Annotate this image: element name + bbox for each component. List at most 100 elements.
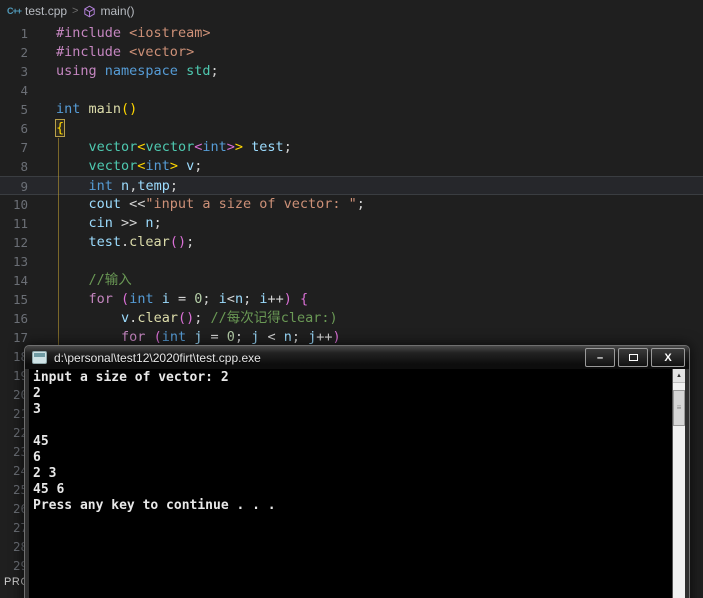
code-token: i — [161, 291, 170, 307]
code-token: clear — [137, 310, 178, 326]
code-token: ; — [291, 329, 309, 345]
code-token: ; — [186, 234, 195, 250]
scrollbar-thumb[interactable]: ≡ — [673, 390, 685, 426]
line-number: 4 — [20, 83, 28, 98]
code-text: { — [28, 119, 66, 138]
code-token: << — [121, 196, 146, 212]
code-token: int — [202, 139, 227, 155]
line-number: 3 — [20, 64, 28, 79]
line-number: 12 — [12, 235, 28, 250]
breadcrumb-file[interactable]: C++ test.cpp — [7, 4, 67, 18]
code-token: > — [169, 158, 178, 174]
code-token: < — [226, 291, 235, 307]
console-line: Press any key to continue . . . — [33, 498, 276, 513]
scroll-up-icon[interactable]: ▲ — [673, 369, 685, 383]
line-number: 17 — [12, 330, 28, 345]
minimize-button[interactable]: – — [585, 348, 615, 367]
code-token: ) — [283, 291, 292, 307]
code-token: > — [234, 139, 244, 155]
code-token: ; — [153, 215, 162, 231]
console-line: 45 6 — [33, 482, 65, 497]
breadcrumb-symbol[interactable]: main() — [83, 4, 135, 18]
code-text: vector<vector<int>> test; — [28, 138, 292, 157]
console-window[interactable]: d:\personal\test12\2020firt\test.cpp.exe… — [24, 345, 690, 598]
line-number: 11 — [12, 216, 28, 231]
code-line[interactable]: 11 cin >> n; — [0, 214, 703, 233]
code-line[interactable]: 13 — [0, 252, 703, 271]
console-line: 6 — [33, 450, 41, 465]
symbol-method-icon — [83, 5, 96, 18]
code-line[interactable]: 15 for (int i = 0; i<n; i++) { — [0, 290, 703, 309]
maximize-button[interactable] — [618, 348, 648, 367]
console-line: input a size of vector: 2 — [33, 370, 229, 385]
code-text: using namespace std; — [28, 62, 219, 81]
console-title: d:\personal\test12\2020firt\test.cpp.exe — [54, 350, 261, 365]
code-line[interactable]: 5 int main() — [0, 100, 703, 119]
close-button[interactable]: X — [651, 348, 685, 367]
console-output-area[interactable]: input a size of vector: 2 2 3 45 6 2 3 45 6 Pre… — [29, 369, 685, 598]
code-token: ( — [121, 291, 130, 307]
code-line[interactable]: 9 int n,temp; — [0, 176, 703, 195]
code-token: test — [88, 234, 122, 250]
code-line[interactable]: 1 #include <iostream> — [0, 24, 703, 43]
code-token: . — [121, 234, 130, 250]
code-token: cin — [88, 215, 113, 231]
code-token: = — [202, 329, 227, 345]
code-token: clear — [129, 234, 170, 250]
code-line[interactable]: 10 cout <<"input a size of vector: "; — [0, 195, 703, 214]
code-token: //输入 — [88, 272, 132, 288]
vscode-window: C++ test.cpp > main() 1 #include <iostrea… — [0, 0, 703, 598]
cpp-file-icon: C++ — [7, 6, 22, 16]
code-token: ; — [243, 291, 260, 307]
code-token: { — [55, 119, 66, 137]
code-token: n — [283, 329, 292, 345]
code-line[interactable]: 4 — [0, 81, 703, 100]
breadcrumb-file-label: test.cpp — [25, 4, 68, 18]
code-token: ; — [283, 139, 292, 155]
breadcrumb: C++ test.cpp > main() — [0, 0, 703, 22]
code-token: cout — [88, 196, 122, 212]
code-line[interactable]: 6{ — [0, 119, 703, 138]
code-token: ; — [234, 329, 252, 345]
code-line[interactable]: 12 test.clear(); — [0, 233, 703, 252]
code-line[interactable]: 14 //输入 — [0, 271, 703, 290]
code-token: > — [226, 139, 235, 155]
code-token: () — [177, 310, 195, 326]
console-scrollbar[interactable]: ▲ ≡ — [672, 369, 685, 598]
line-number: 15 — [12, 292, 28, 307]
code-text: cin >> n; — [28, 214, 162, 233]
code-text: int n,temp; — [28, 177, 178, 194]
code-line[interactable]: 3 using namespace std; — [0, 62, 703, 81]
line-number: 13 — [12, 254, 28, 269]
line-number: 14 — [12, 273, 28, 288]
code-text: test.clear(); — [28, 233, 195, 252]
code-line[interactable]: 2 #include <vector> — [0, 43, 703, 62]
code-token: ) — [332, 329, 341, 345]
code-token: int — [56, 101, 81, 117]
line-number: 8 — [20, 159, 28, 174]
code-line[interactable]: 8 vector<int> v; — [0, 157, 703, 176]
code-line[interactable]: 7 vector<vector<int>> test; — [0, 138, 703, 157]
console-titlebar[interactable]: d:\personal\test12\2020firt\test.cpp.exe… — [25, 346, 689, 369]
code-line[interactable]: 16 v.clear(); //每次记得clear:) — [0, 309, 703, 328]
code-token: int — [88, 178, 113, 194]
code-token: main — [88, 101, 122, 117]
code-token: int — [129, 291, 154, 307]
code-token: () — [121, 101, 138, 117]
code-token: = — [169, 291, 195, 307]
console-line: 45 — [33, 434, 49, 449]
